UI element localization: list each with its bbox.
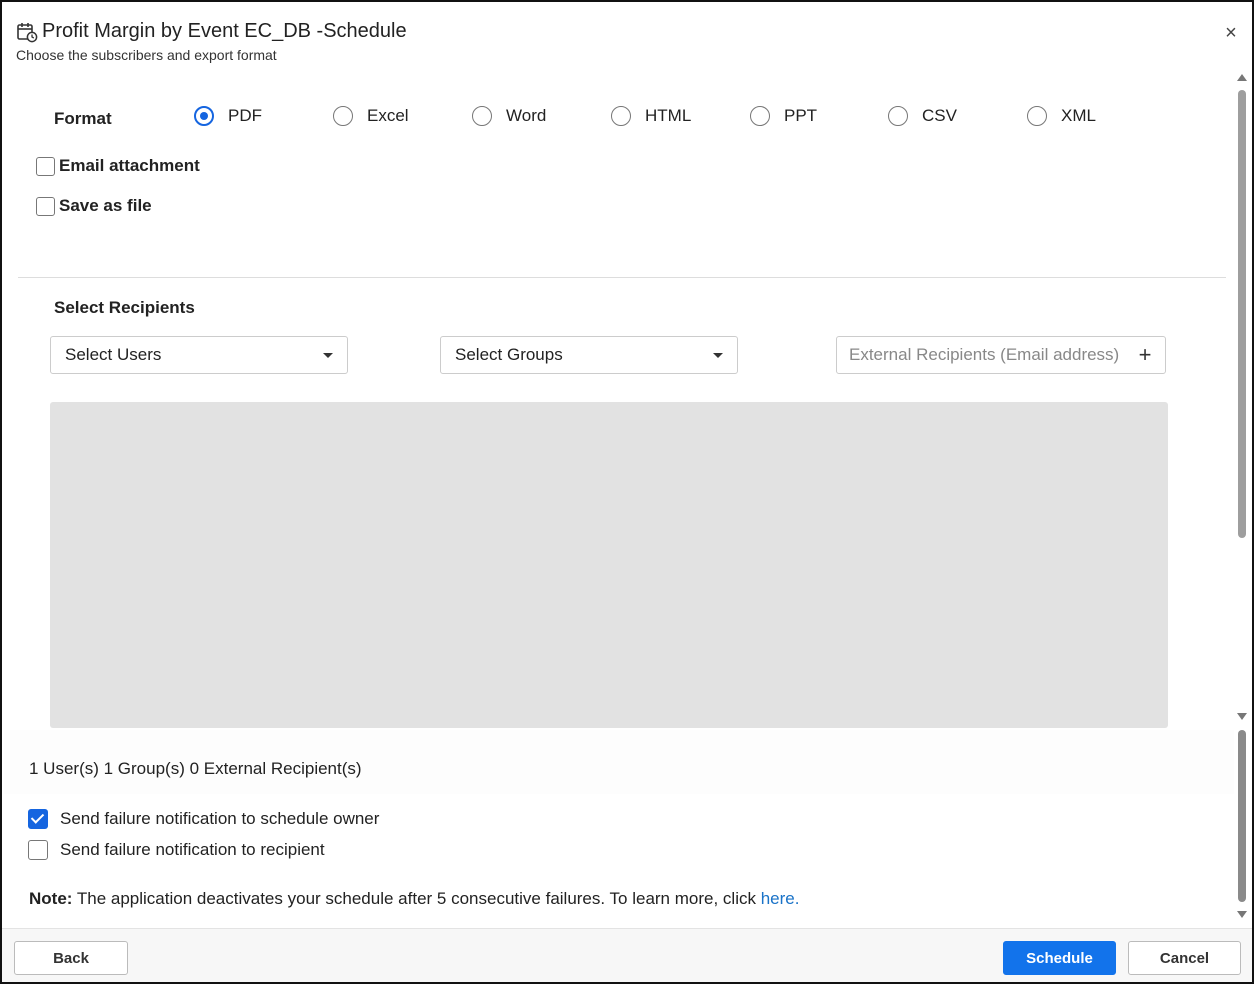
dialog-scrollbar[interactable] [1236,728,1248,922]
select-groups-label: Select Groups [455,345,563,364]
external-recipients-input[interactable] [847,344,1135,366]
calendar-clock-icon [16,21,38,43]
radio-icon[interactable] [750,106,770,126]
dialog-title: Profit Margin by Event EC_DB -Schedule [42,20,407,42]
email-attachment-option[interactable]: Email attachment [36,156,200,176]
select-users-dropdown[interactable]: Select Users [50,336,348,374]
caret-down-icon [713,352,723,358]
checkbox-checked-icon[interactable] [28,809,48,829]
scroll-thumb[interactable] [1238,730,1246,902]
format-option-label: CSV [922,106,957,125]
radio-icon[interactable] [611,106,631,126]
format-option-label: XML [1061,106,1096,125]
scroll-down-icon[interactable] [1237,911,1247,918]
radio-icon[interactable] [1027,106,1047,126]
format-option-xml[interactable]: XML [1027,106,1096,126]
format-label: Format [54,109,112,128]
select-recipients-label: Select Recipients [54,298,195,317]
scroll-up-icon[interactable] [1237,74,1247,81]
checkbox-icon[interactable] [36,196,55,216]
save-as-file-label: Save as file [59,196,152,215]
notify-recipient-option[interactable]: Send failure notification to recipient [28,840,325,860]
schedule-button[interactable]: Schedule [1003,941,1116,975]
select-groups-dropdown[interactable]: Select Groups [440,336,738,374]
content-scrollbar[interactable] [1236,72,1248,724]
dialog-header: Profit Margin by Event EC_DB -Schedule C… [16,20,1252,80]
close-icon[interactable]: × [1220,22,1242,44]
format-option-label: Word [506,106,547,125]
format-option-word[interactable]: Word [472,106,546,126]
email-attachment-label: Email attachment [59,156,200,175]
format-option-excel[interactable]: Excel [333,106,409,126]
radio-icon[interactable] [472,106,492,126]
note-text: The application deactivates your schedul… [72,889,761,908]
cancel-button[interactable]: Cancel [1128,941,1241,975]
radio-icon[interactable] [333,106,353,126]
notify-owner-label: Send failure notification to schedule ow… [60,809,380,828]
format-option-ppt[interactable]: PPT [750,106,817,126]
radio-selected-icon[interactable] [194,106,214,126]
scroll-down-icon[interactable] [1237,713,1247,720]
back-button[interactable]: Back [14,941,128,975]
format-option-label: Excel [367,106,409,125]
schedule-dialog: Profit Margin by Event EC_DB -Schedule C… [0,0,1254,984]
dialog-subtitle: Choose the subscribers and export format [16,47,277,63]
scroll-thumb[interactable] [1238,90,1246,538]
recipients-summary: 1 User(s) 1 Group(s) 0 External Recipien… [29,759,362,778]
format-option-label: HTML [645,106,692,125]
format-option-pdf[interactable]: PDF [194,106,262,126]
title-row: Profit Margin by Event EC_DB -Schedule [16,20,1252,43]
note-prefix: Note: [29,889,73,908]
external-recipients-field[interactable]: + [836,336,1166,374]
section-divider [18,277,1226,278]
notify-recipient-label: Send failure notification to recipient [60,840,325,859]
checkbox-icon[interactable] [36,156,55,176]
learn-more-link[interactable]: here. [761,889,800,908]
save-as-file-option[interactable]: Save as file [36,196,152,216]
select-users-label: Select Users [65,345,162,364]
notify-owner-option[interactable]: Send failure notification to schedule ow… [28,809,379,829]
radio-icon[interactable] [888,106,908,126]
format-option-label: PDF [228,106,262,125]
caret-down-icon [323,352,333,358]
add-recipient-icon[interactable]: + [1135,342,1155,368]
checkbox-icon[interactable] [28,840,48,860]
format-option-html[interactable]: HTML [611,106,691,126]
format-option-csv[interactable]: CSV [888,106,957,126]
failure-note: Note: The application deactivates your s… [29,889,799,909]
format-option-label: PPT [784,106,818,125]
recipients-list [50,402,1168,728]
